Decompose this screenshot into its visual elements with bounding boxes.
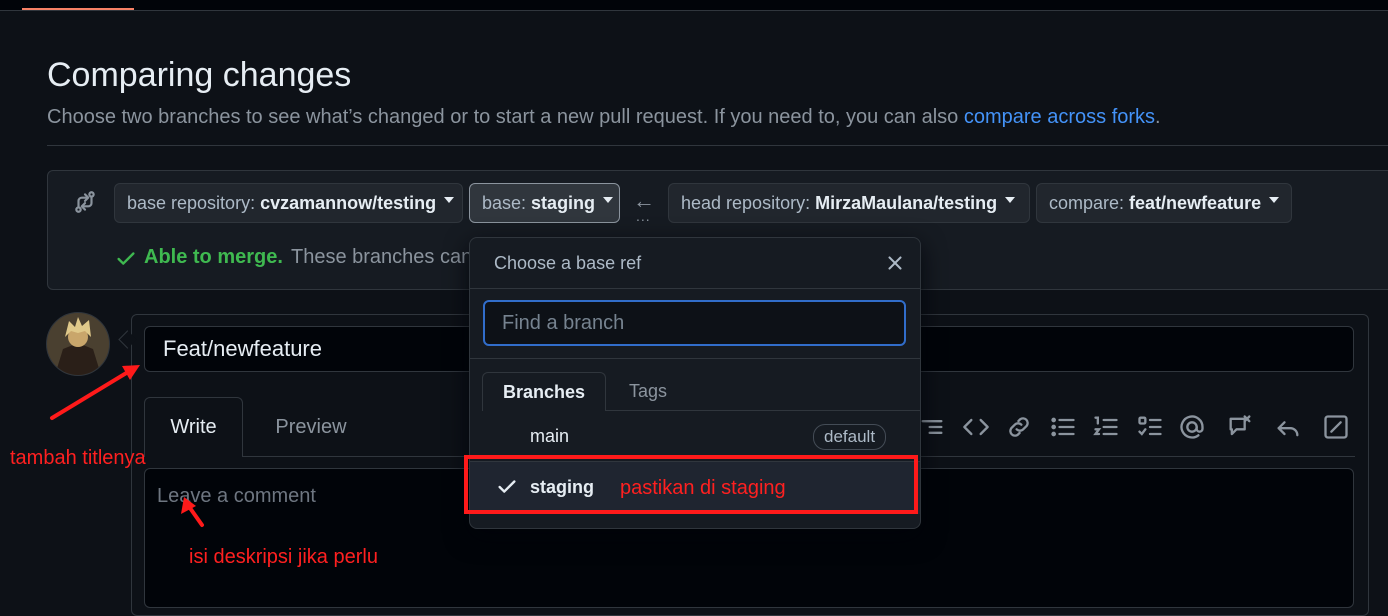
caret-down-icon <box>1005 197 1016 203</box>
reply-icon[interactable] <box>1274 413 1302 441</box>
check-icon <box>117 252 135 265</box>
divider <box>47 145 1388 146</box>
tab-write[interactable]: Write <box>144 397 243 457</box>
annotation-title-note: tambah titlenya <box>10 447 146 469</box>
ellipsis-icon: ... <box>636 208 651 224</box>
fullscreen-edit-icon[interactable] <box>1322 413 1350 441</box>
avatar[interactable] <box>46 312 110 376</box>
branch-search-input[interactable] <box>483 300 906 346</box>
quote-icon[interactable] <box>918 413 946 441</box>
compare-branch-value: feat/newfeature <box>1129 192 1262 213</box>
default-badge: default <box>813 424 887 450</box>
branch-label: main <box>530 426 570 446</box>
compare-branch-label: compare: <box>1049 192 1125 213</box>
base-repository-value: cvzamannow/testing <box>260 192 437 213</box>
tab-branches[interactable]: Branches <box>482 372 606 411</box>
dropdown-title: Choose a base ref <box>494 253 642 273</box>
base-branch-button[interactable]: base: staging <box>469 183 620 223</box>
page-subtitle: Choose two branches to see what’s change… <box>47 106 1161 129</box>
link-icon[interactable] <box>1005 413 1033 441</box>
task-list-icon[interactable] <box>1136 413 1164 441</box>
compare-branch-button[interactable]: compare: feat/newfeature <box>1036 183 1292 223</box>
tab-preview[interactable]: Preview <box>262 397 360 457</box>
top-nav-bar <box>0 0 1388 11</box>
base-branch-label: base: <box>482 192 527 213</box>
unordered-list-icon[interactable] <box>1049 413 1077 441</box>
head-repository-label: head repository: <box>681 192 811 213</box>
git-compare-icon <box>75 191 95 213</box>
subtitle-text: Choose two branches to see what’s change… <box>47 106 964 128</box>
head-repository-button[interactable]: head repository: MirzaMaulana/testing <box>668 183 1030 223</box>
base-repository-button[interactable]: base repository: cvzamannow/testing <box>114 183 463 223</box>
base-branch-value: staging <box>531 192 596 213</box>
annotation-description-note: isi deskripsi jika perlu <box>189 546 378 568</box>
page-title: Comparing changes <box>47 56 352 94</box>
base-repository-label: base repository: <box>127 192 256 213</box>
tab-tags[interactable]: Tags <box>618 372 678 411</box>
active-tab-indicator <box>22 8 134 10</box>
caret-down-icon <box>1269 197 1280 203</box>
mention-icon[interactable] <box>1178 413 1206 441</box>
caret-down-icon <box>603 197 614 203</box>
close-icon[interactable] <box>884 252 906 274</box>
code-icon[interactable] <box>962 413 990 441</box>
subtitle-end: . <box>1155 106 1161 128</box>
merge-status-text: These branches can <box>291 246 473 268</box>
ordered-list-icon[interactable] <box>1092 413 1120 441</box>
cross-reference-icon[interactable] <box>1226 413 1254 441</box>
avatar-image <box>47 313 109 375</box>
dropdown-divider <box>470 358 920 359</box>
annotation-staging-note: pastikan di staging <box>620 477 786 499</box>
compare-across-forks-link[interactable]: compare across forks <box>964 106 1155 128</box>
merge-status: Able to merge. <box>144 246 283 268</box>
tabs-underline <box>606 410 920 411</box>
caret-down-icon <box>444 197 455 203</box>
head-repository-value: MirzaMaulana/testing <box>815 192 998 213</box>
